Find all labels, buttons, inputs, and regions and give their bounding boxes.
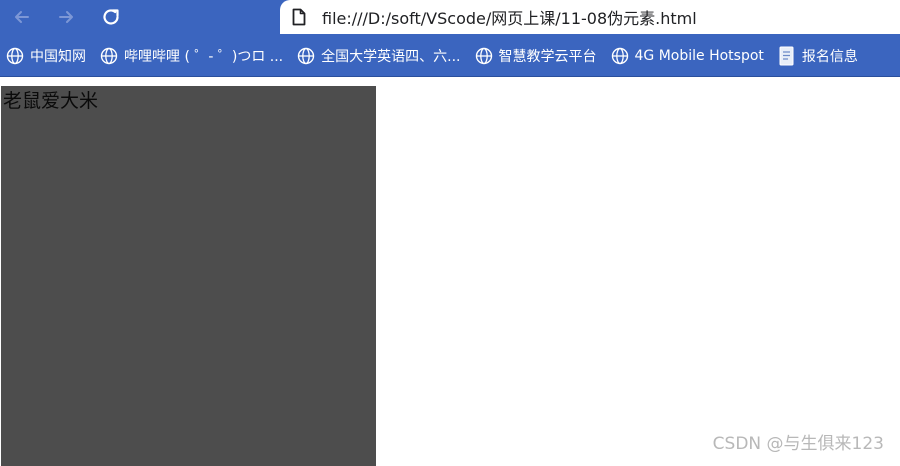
bookmark-label: 全国大学英语四、六... — [321, 49, 461, 65]
address-bar[interactable]: file:///D:/soft/VScode/网页上课/11-08伪元素.htm… — [280, 0, 900, 34]
demo-box: 老鼠爱大米 — [1, 86, 376, 466]
bookmark-registration-info[interactable]: 报名信息 — [771, 41, 865, 71]
reload-button[interactable] — [97, 4, 125, 30]
url-text[interactable]: file:///D:/soft/VScode/网页上课/11-08伪元素.htm… — [322, 5, 697, 29]
bookmark-bilibili[interactable]: 哔哩哔哩 ( ゜- ゜)つロ ... — [93, 41, 290, 71]
bookmark-cet[interactable]: 全国大学英语四、六... — [290, 41, 467, 71]
globe-icon — [297, 47, 315, 65]
bookmark-4g-hotspot[interactable]: 4G Mobile Hotspot — [604, 41, 771, 71]
bookmarks-bar: 中国知网 哔哩哔哩 ( ゜- ゜)つロ ... 全国大学英语四、六... 智慧教… — [0, 36, 900, 77]
globe-icon — [611, 47, 629, 65]
back-button[interactable] — [8, 4, 36, 30]
globe-icon — [100, 47, 118, 65]
bookmark-label: 报名信息 — [801, 49, 858, 65]
bookmark-smart-teaching[interactable]: 智慧教学云平台 — [468, 41, 604, 71]
browser-toolbar: file:///D:/soft/VScode/网页上课/11-08伪元素.htm… — [0, 0, 900, 36]
globe-icon — [475, 47, 493, 65]
page-viewport: 老鼠爱大米 CSDN @与生俱来123 — [0, 77, 900, 466]
bookmark-label: 4G Mobile Hotspot — [634, 48, 764, 64]
reload-icon — [103, 9, 119, 25]
globe-icon — [6, 47, 24, 65]
file-icon — [292, 7, 308, 27]
bookmark-label: 智慧教学云平台 — [498, 49, 597, 65]
forward-button[interactable] — [52, 4, 80, 30]
watermark: CSDN @与生俱来123 — [712, 434, 884, 454]
bookmark-cnki[interactable]: 中国知网 — [0, 41, 93, 71]
box-text: 老鼠爱大米 — [3, 90, 99, 112]
arrow-right-icon — [59, 11, 73, 23]
document-icon — [778, 46, 796, 66]
arrow-left-icon — [15, 11, 29, 23]
bookmark-label: 中国知网 — [30, 49, 86, 65]
bookmark-label: 哔哩哔哩 ( ゜- ゜)つロ ... — [124, 49, 284, 65]
